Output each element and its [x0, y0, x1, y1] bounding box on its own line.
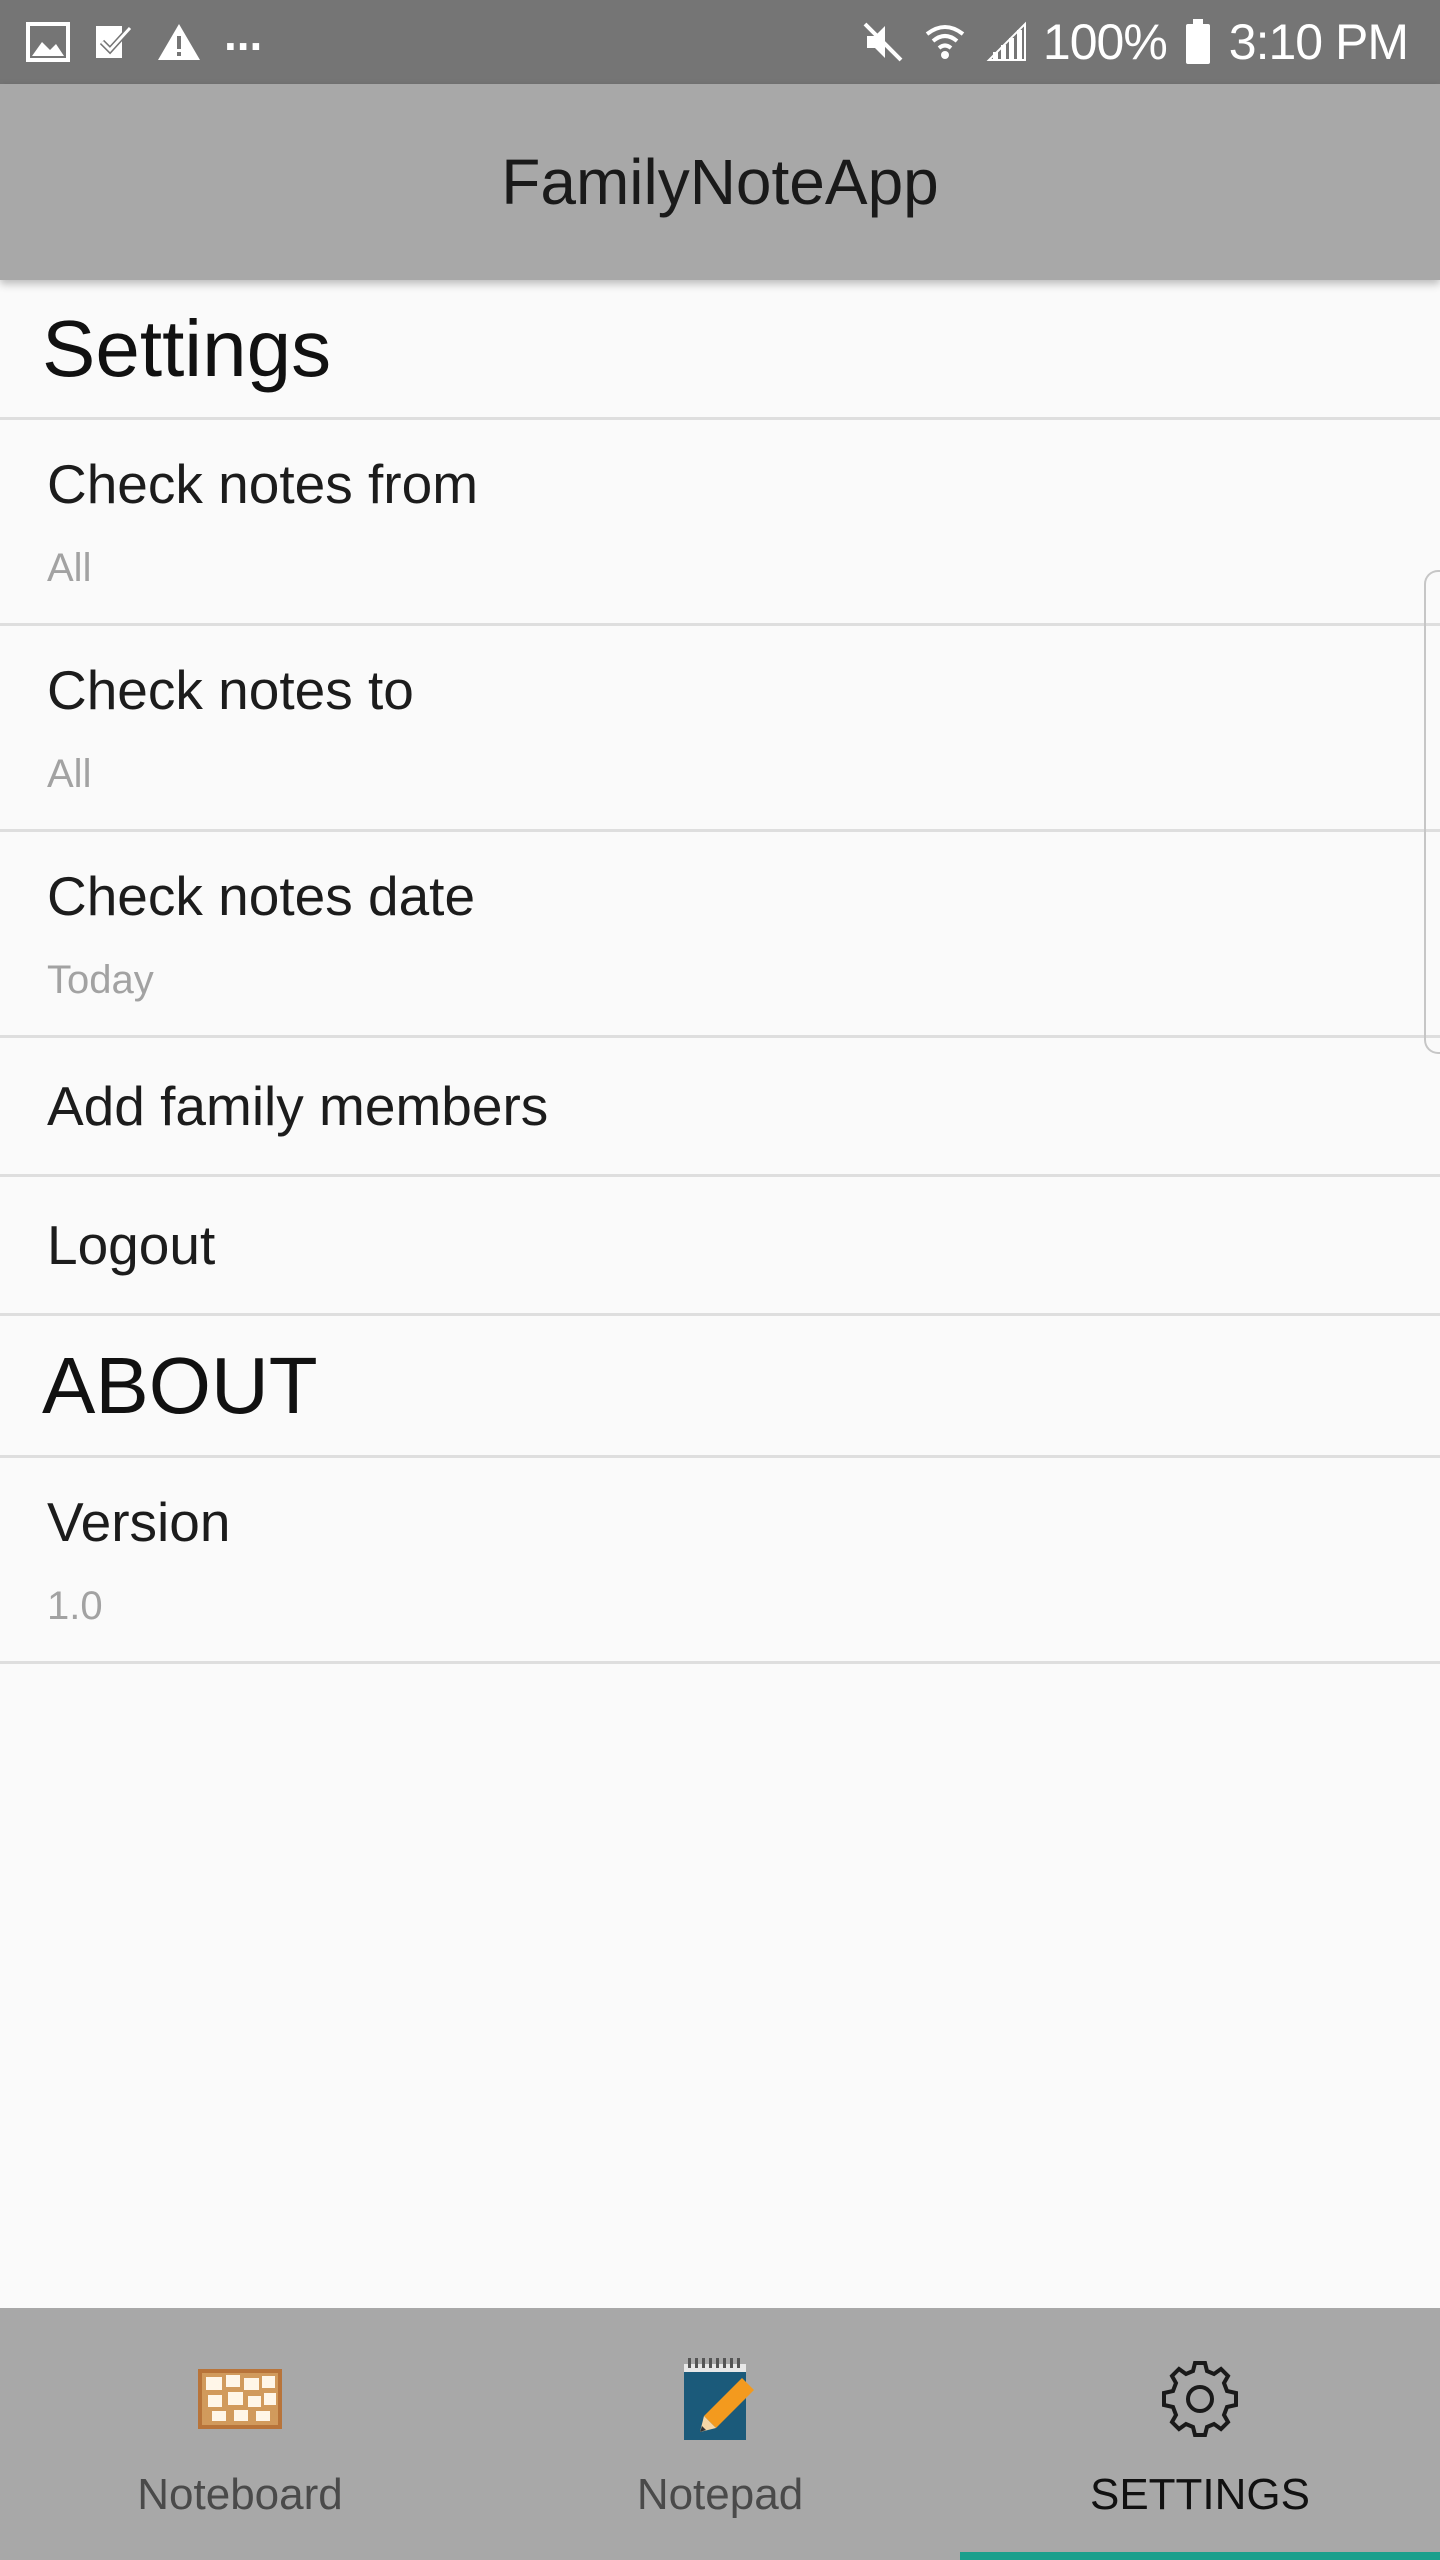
pref-title: Logout — [47, 1214, 216, 1276]
signal-icon — [985, 20, 1029, 64]
task-check-icon — [92, 22, 134, 62]
pref-title: Check notes from — [47, 453, 479, 515]
pref-summary: All — [47, 752, 92, 796]
settings-header: Settings — [0, 280, 1440, 420]
mute-icon — [861, 20, 905, 64]
pref-title: Check notes to — [47, 659, 414, 721]
tab-settings[interactable]: SETTINGS — [960, 2308, 1440, 2560]
pref-title: Check notes date — [47, 865, 476, 927]
status-bar: ... 100% 3:10 PM — [0, 0, 1440, 84]
notepad-pencil-icon — [680, 2354, 760, 2444]
pref-version[interactable]: Version 1.0 — [0, 1458, 1440, 1664]
pref-check-notes-date[interactable]: Check notes date Today — [0, 832, 1440, 1038]
pref-add-family-members[interactable]: Add family members — [0, 1038, 1440, 1177]
status-right: 100% 3:10 PM — [843, 13, 1409, 71]
bottom-nav: Noteboard Notepad SETTINGS — [0, 2308, 1440, 2560]
pref-summary: Today — [47, 958, 154, 1002]
about-header: ABOUT — [0, 1316, 1440, 1458]
overflow-notifications: ... — [224, 8, 263, 60]
pref-logout[interactable]: Logout — [0, 1177, 1440, 1316]
gallery-icon — [26, 22, 70, 62]
tab-notepad[interactable]: Notepad — [480, 2308, 960, 2560]
tab-label: SETTINGS — [1089, 2470, 1311, 2519]
clock: 3:10 PM — [1228, 14, 1409, 70]
pref-check-notes-to[interactable]: Check notes to All — [0, 626, 1440, 832]
edge-panel-handle[interactable] — [1424, 570, 1440, 1054]
wifi-icon — [923, 20, 967, 64]
settings-list: Settings Check notes from All Check note… — [0, 280, 1440, 1664]
gear-icon — [1158, 2354, 1242, 2444]
tab-noteboard[interactable]: Noteboard — [0, 2308, 480, 2560]
pref-summary: All — [47, 546, 92, 590]
pref-summary: 1.0 — [47, 1584, 103, 1628]
tab-label: Noteboard — [137, 2470, 343, 2519]
pref-title: Add family members — [47, 1075, 549, 1137]
warning-icon — [156, 22, 202, 62]
battery-icon — [1185, 19, 1211, 65]
corkboard-icon — [198, 2354, 282, 2444]
tab-label: Notepad — [636, 2470, 804, 2519]
pref-check-notes-from[interactable]: Check notes from All — [0, 420, 1440, 626]
status-left: ... — [26, 11, 262, 65]
battery-percent: 100% — [1042, 14, 1168, 70]
app-bar: FamilyNoteApp — [0, 84, 1440, 280]
app-title: FamilyNoteApp — [501, 146, 939, 218]
pref-title: Version — [47, 1491, 231, 1553]
active-tab-indicator — [960, 2552, 1440, 2560]
